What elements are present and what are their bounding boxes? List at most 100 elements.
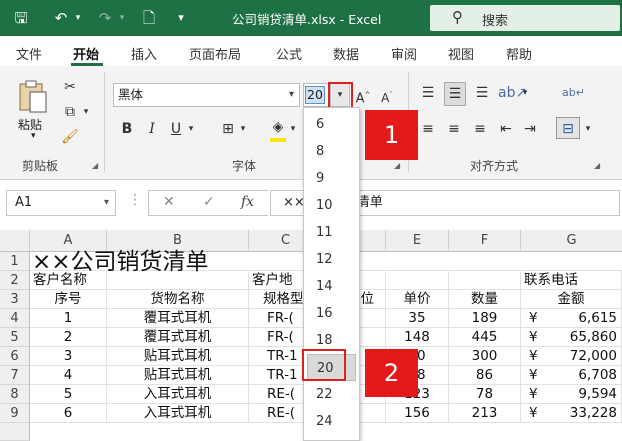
row-header[interactable]: 5	[0, 328, 30, 347]
header-serial[interactable]: 序号	[30, 290, 107, 309]
table-cell-f[interactable]: 300	[449, 347, 521, 366]
tab-help[interactable]: 帮助	[506, 44, 532, 63]
table-cell-a[interactable]: 1	[30, 309, 107, 328]
font-size-option[interactable]: 8	[304, 138, 359, 165]
name-box[interactable]: A1 ▾	[6, 190, 116, 216]
italic-button[interactable]: I	[143, 118, 161, 140]
row-header[interactable]: 4	[0, 309, 30, 328]
wrap-text-icon[interactable]: ab↵	[562, 82, 585, 104]
table-cell-f[interactable]: 86	[449, 366, 521, 385]
underline-button[interactable]: U	[167, 118, 185, 140]
clipboard-launcher-icon[interactable]: ◢	[92, 161, 98, 170]
table-cell-g[interactable]: ¥33,228	[521, 404, 622, 423]
tab-data[interactable]: 数据	[333, 44, 359, 63]
new-file-icon[interactable]: 🗋	[138, 8, 160, 28]
cell[interactable]	[386, 271, 449, 290]
copy-icon[interactable]: ⧉	[60, 101, 80, 123]
table-cell-b[interactable]: 入耳式耳机	[107, 404, 249, 423]
borders-icon[interactable]: ⊞	[218, 118, 238, 140]
table-cell-g[interactable]: ¥65,860	[521, 328, 622, 347]
cell-phone-label[interactable]: 联系电话	[521, 271, 622, 290]
chevron-down-icon[interactable]: ▾	[289, 84, 294, 106]
table-cell-f[interactable]: 445	[449, 328, 521, 347]
column-header-g[interactable]: G	[521, 230, 622, 252]
tab-insert[interactable]: 插入	[131, 44, 157, 63]
font-size-option[interactable]: 10	[304, 192, 359, 219]
table-cell-b[interactable]: 贴耳式耳机	[107, 347, 249, 366]
tab-formulas[interactable]: 公式	[276, 44, 302, 63]
table-cell-b[interactable]: 覆耳式耳机	[107, 328, 249, 347]
font-size-option[interactable]: 12	[304, 246, 359, 273]
align-center-icon[interactable]: ≡	[444, 118, 464, 140]
table-cell-f[interactable]: 213	[449, 404, 521, 423]
font-size-option[interactable]: 14	[304, 273, 359, 300]
font-size-option[interactable]: 11	[304, 219, 359, 246]
table-cell-f[interactable]: 189	[449, 309, 521, 328]
table-cell-a[interactable]: 2	[30, 328, 107, 347]
orientation-icon[interactable]: ab↗	[498, 82, 527, 104]
borders-dropdown-icon[interactable]: ▾	[238, 118, 248, 140]
cut-icon[interactable]: ✂	[60, 76, 80, 98]
cell[interactable]	[107, 271, 249, 290]
table-cell-g[interactable]: ¥9,594	[521, 385, 622, 404]
row-header[interactable]: 3	[0, 290, 30, 309]
undo-dropdown-icon[interactable]: ▾	[72, 8, 84, 28]
redo-icon[interactable]: ↷	[94, 8, 116, 28]
paste-dropdown-icon[interactable]: ▾	[31, 131, 36, 141]
search-box[interactable]: ⚲ 搜索	[430, 5, 620, 31]
tab-file[interactable]: 文件	[16, 44, 42, 63]
copy-dropdown-icon[interactable]: ▾	[80, 101, 92, 123]
insert-function-icon[interactable]: fx	[241, 194, 254, 210]
align-left-icon[interactable]: ≡	[418, 118, 438, 140]
cell-customer-name-label[interactable]: 客户名称	[30, 271, 107, 290]
paste-label[interactable]: 粘贴	[18, 116, 42, 133]
row-header[interactable]: 2	[0, 271, 30, 290]
align-top-icon[interactable]: ☰	[418, 82, 438, 104]
align-right-icon[interactable]: ≡	[470, 118, 490, 140]
row-header[interactable]: 6	[0, 347, 30, 366]
merge-center-icon[interactable]: ⊟	[556, 117, 580, 139]
align-bottom-icon[interactable]: ☰	[472, 82, 492, 104]
row-header[interactable]: 7	[0, 366, 30, 385]
save-icon[interactable]: 🖫	[10, 8, 32, 28]
decrease-font-icon[interactable]: Aˇ	[378, 84, 396, 109]
row-header[interactable]	[0, 423, 30, 441]
font-size-option[interactable]: 9	[304, 165, 359, 192]
font-size-option[interactable]: 22	[304, 381, 359, 408]
table-cell-g[interactable]: ¥6,708	[521, 366, 622, 385]
align-middle-icon[interactable]: ☰	[444, 82, 466, 106]
tab-home[interactable]: 开始	[73, 44, 99, 63]
alignment-launcher-icon[interactable]: ◢	[594, 161, 600, 170]
fill-dropdown-icon[interactable]: ▾	[288, 118, 298, 140]
table-cell-a[interactable]: 6	[30, 404, 107, 423]
table-cell-e[interactable]: 148	[386, 328, 449, 347]
font-launcher-icon[interactable]: ◢	[394, 161, 400, 170]
table-cell-e[interactable]: 35	[386, 309, 449, 328]
bold-button[interactable]: B	[118, 118, 136, 140]
column-header-e[interactable]: E	[386, 230, 449, 252]
row-header[interactable]: 1	[0, 252, 30, 271]
tab-review[interactable]: 审阅	[391, 44, 417, 63]
table-cell-g[interactable]: ¥72,000	[521, 347, 622, 366]
font-size-box[interactable]: 20	[303, 83, 329, 107]
font-name-box[interactable]: 黑体 ▾	[113, 83, 300, 107]
row-header[interactable]: 8	[0, 385, 30, 404]
font-size-option[interactable]: 6	[304, 111, 359, 138]
header-amount[interactable]: 金额	[521, 290, 622, 309]
enter-icon[interactable]: ✓	[203, 194, 215, 210]
row-header[interactable]: 9	[0, 404, 30, 423]
merge-dropdown-icon[interactable]: ▾	[582, 118, 594, 140]
cell[interactable]	[449, 271, 521, 290]
tab-view[interactable]: 视图	[448, 44, 474, 63]
table-cell-f[interactable]: 78	[449, 385, 521, 404]
paste-icon[interactable]	[16, 78, 50, 114]
underline-dropdown-icon[interactable]: ▾	[186, 118, 196, 140]
fill-color-icon[interactable]: ◈	[268, 116, 288, 138]
table-cell-b[interactable]: 贴耳式耳机	[107, 366, 249, 385]
column-header-f[interactable]: F	[449, 230, 521, 252]
select-all-corner[interactable]	[0, 230, 30, 252]
increase-indent-icon[interactable]: ⇥	[520, 118, 540, 140]
decrease-indent-icon[interactable]: ⇤	[496, 118, 516, 140]
font-size-option[interactable]: 24	[304, 408, 359, 435]
font-size-option[interactable]: 16	[304, 300, 359, 327]
